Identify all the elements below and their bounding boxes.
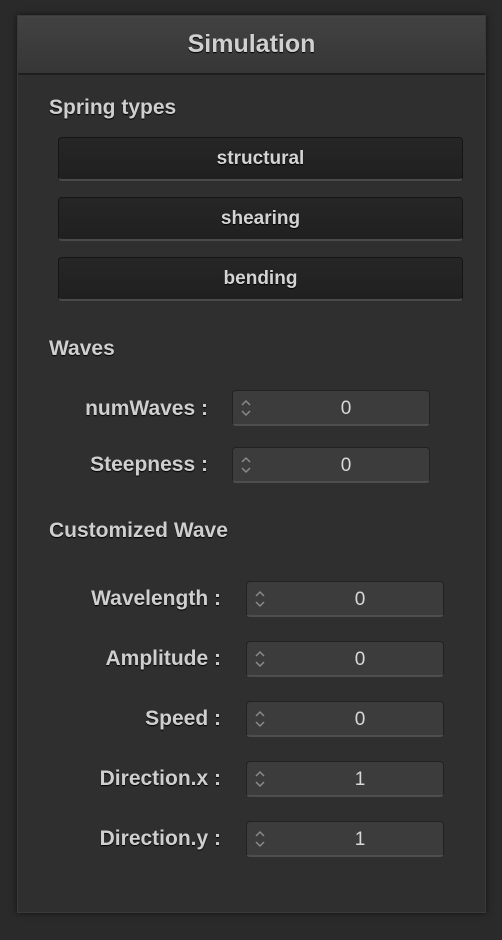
direction-x-value[interactable]: 1: [277, 762, 443, 796]
steepness-spinbox[interactable]: 0: [232, 447, 430, 483]
direction-y-label: Direction.y :: [99, 827, 221, 850]
amplitude-spinbox[interactable]: 0: [246, 641, 444, 677]
spinbox-arrows-icon[interactable]: [253, 705, 267, 733]
numwaves-label: numWaves :: [85, 397, 208, 420]
wavelength-value[interactable]: 0: [277, 582, 443, 616]
spinbox-arrows-icon[interactable]: [253, 765, 267, 793]
simulation-panel: Simulation Spring types structural shear…: [17, 15, 486, 913]
speed-value[interactable]: 0: [277, 702, 443, 736]
direction-y-value[interactable]: 1: [277, 822, 443, 856]
wavelength-spinbox[interactable]: 0: [246, 581, 444, 617]
numwaves-spinbox[interactable]: 0: [232, 390, 430, 426]
spinbox-arrows-icon[interactable]: [253, 825, 267, 853]
speed-spinbox[interactable]: 0: [246, 701, 444, 737]
waves-title: Waves: [49, 337, 115, 360]
panel-title: Simulation: [18, 16, 485, 75]
customized-wave-title: Customized Wave: [49, 519, 228, 542]
steepness-label: Steepness :: [90, 453, 208, 476]
structural-button[interactable]: structural: [58, 137, 463, 181]
direction-y-spinbox[interactable]: 1: [246, 821, 444, 857]
spinbox-arrows-icon[interactable]: [239, 394, 253, 422]
spring-types-title: Spring types: [49, 96, 177, 119]
spinbox-arrows-icon[interactable]: [239, 451, 253, 479]
shearing-button[interactable]: shearing: [58, 197, 463, 241]
amplitude-value[interactable]: 0: [277, 642, 443, 676]
spinbox-arrows-icon[interactable]: [253, 645, 267, 673]
speed-label: Speed :: [145, 707, 221, 730]
steepness-value[interactable]: 0: [263, 448, 429, 482]
spinbox-arrows-icon[interactable]: [253, 585, 267, 613]
amplitude-label: Amplitude :: [105, 647, 222, 670]
bending-button[interactable]: bending: [58, 257, 463, 301]
direction-x-label: Direction.x :: [99, 767, 221, 790]
numwaves-value[interactable]: 0: [263, 391, 429, 425]
direction-x-spinbox[interactable]: 1: [246, 761, 444, 797]
wavelength-label: Wavelength :: [91, 587, 221, 610]
